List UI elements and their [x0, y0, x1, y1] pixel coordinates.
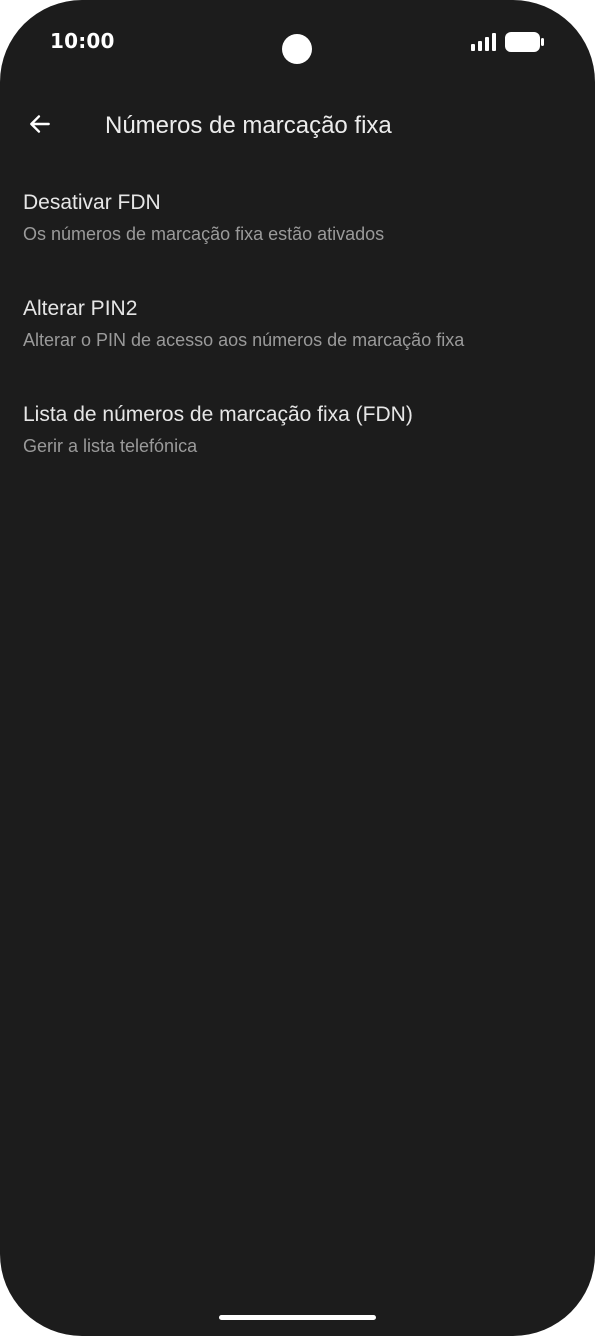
setting-fdn-list[interactable]: Lista de números de marcação fixa (FDN) … [0, 376, 595, 482]
setting-title: Desativar FDN [23, 191, 161, 214]
home-indicator[interactable] [219, 1315, 376, 1320]
status-time: 10:00 [50, 29, 115, 53]
setting-title: Alterar PIN2 [23, 297, 138, 320]
setting-subtitle: Gerir a lista telefónica [23, 436, 198, 456]
arrow-left-icon [30, 115, 50, 133]
app-bar: Números de marcação fixa [0, 84, 595, 164]
phone-screen: 10:00 Números de marcação fixa Desativar… [0, 0, 595, 1336]
status-bar: 10:00 [0, 0, 595, 84]
setting-change-pin2[interactable]: Alterar PIN2 Alterar o PIN de acesso aos… [0, 270, 595, 376]
settings-list: Desativar FDN Os números de marcação fix… [0, 164, 595, 482]
camera-cutout [282, 34, 312, 64]
setting-title: Lista de números de marcação fixa (FDN) [23, 403, 413, 426]
back-button[interactable] [18, 102, 62, 146]
page-title: Números de marcação fixa [105, 112, 392, 139]
signal-icon [471, 33, 496, 51]
setting-disable-fdn[interactable]: Desativar FDN Os números de marcação fix… [0, 164, 595, 270]
battery-icon [505, 32, 544, 52]
setting-subtitle: Os números de marcação fixa estão ativad… [23, 224, 385, 244]
setting-subtitle: Alterar o PIN de acesso aos números de m… [23, 330, 465, 350]
